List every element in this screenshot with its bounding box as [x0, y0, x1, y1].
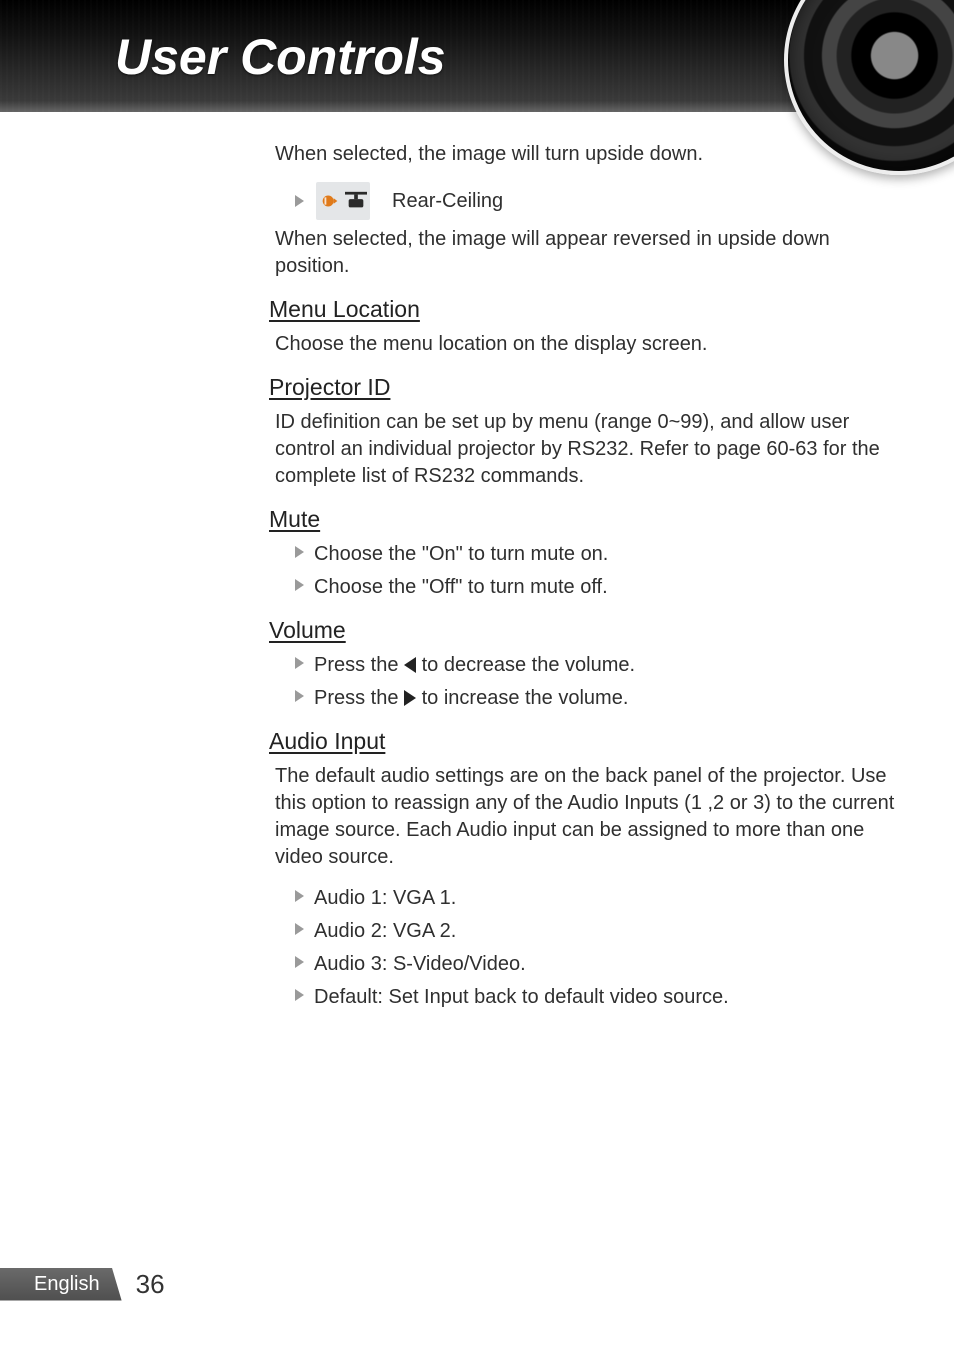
- bullet-arrow-icon: [295, 657, 304, 669]
- rear-ceiling-icon: [316, 182, 370, 220]
- list-item: Press the to decrease the volume.: [295, 652, 895, 679]
- volume-list: Press the to decrease the volume. Press …: [295, 652, 895, 712]
- volume-inc-post: to increase the volume.: [416, 687, 628, 709]
- volume-dec-post: to decrease the volume.: [416, 654, 635, 676]
- bullet-arrow-icon: [295, 546, 304, 558]
- bullet-arrow-icon: [295, 890, 304, 902]
- list-item: Audio 1: VGA 1.: [295, 885, 895, 912]
- audio-input-heading: Audio Input: [269, 726, 895, 757]
- projector-flip-icon: [319, 190, 341, 212]
- rear-ceiling-desc: When selected, the image will appear rev…: [275, 226, 895, 280]
- volume-heading: Volume: [269, 615, 895, 646]
- ceiling-mount-icon: [345, 191, 367, 211]
- page-title: User Controls: [115, 28, 446, 86]
- menu-location-heading: Menu Location: [269, 294, 895, 325]
- volume-dec-pre: Press the: [314, 654, 404, 676]
- list-item-text: Audio 3: S-Video/Video.: [314, 951, 895, 978]
- list-item: Audio 3: S-Video/Video.: [295, 951, 895, 978]
- list-item-text: Choose the "On" to turn mute on.: [314, 541, 895, 568]
- page-header: User Controls: [0, 0, 954, 112]
- audio-input-list: Audio 1: VGA 1. Audio 2: VGA 2. Audio 3:…: [295, 885, 895, 1011]
- rear-ceiling-row: Rear-Ceiling: [295, 182, 895, 220]
- list-item-text: Press the to increase the volume.: [314, 685, 895, 712]
- bullet-arrow-icon: [295, 195, 304, 207]
- rear-ceiling-label: Rear-Ceiling: [392, 188, 503, 215]
- bullet-arrow-icon: [295, 690, 304, 702]
- list-item-text: Choose the "Off" to turn mute off.: [314, 574, 895, 601]
- bullet-arrow-icon: [295, 923, 304, 935]
- mute-heading: Mute: [269, 504, 895, 535]
- manual-page: User Controls When selected, the image w…: [0, 0, 954, 1354]
- list-item: Default: Set Input back to default video…: [295, 984, 895, 1011]
- list-item: Audio 2: VGA 2.: [295, 918, 895, 945]
- page-content: When selected, the image will turn upsid…: [275, 135, 895, 1017]
- list-item-text: Default: Set Input back to default video…: [314, 984, 895, 1011]
- list-item-text: Audio 2: VGA 2.: [314, 918, 895, 945]
- bullet-arrow-icon: [295, 579, 304, 591]
- intro-text: When selected, the image will turn upsid…: [275, 141, 895, 168]
- list-item-text: Press the to decrease the volume.: [314, 652, 895, 679]
- projector-id-heading: Projector ID: [269, 372, 895, 403]
- list-item-text: Audio 1: VGA 1.: [314, 885, 895, 912]
- list-item: Choose the "On" to turn mute on.: [295, 541, 895, 568]
- mute-list: Choose the "On" to turn mute on. Choose …: [295, 541, 895, 601]
- list-item: Choose the "Off" to turn mute off.: [295, 574, 895, 601]
- right-arrow-icon: [404, 690, 416, 706]
- page-number: 36: [136, 1269, 165, 1300]
- audio-input-desc: The default audio settings are on the ba…: [275, 763, 895, 871]
- bullet-arrow-icon: [295, 989, 304, 1001]
- projector-id-desc: ID definition can be set up by menu (ran…: [275, 409, 895, 490]
- menu-location-desc: Choose the menu location on the display …: [275, 331, 895, 358]
- list-item: Press the to increase the volume.: [295, 685, 895, 712]
- bullet-arrow-icon: [295, 956, 304, 968]
- page-footer: English 36: [0, 1264, 165, 1304]
- language-tab: English: [0, 1268, 122, 1301]
- left-arrow-icon: [404, 657, 416, 673]
- volume-inc-pre: Press the: [314, 687, 404, 709]
